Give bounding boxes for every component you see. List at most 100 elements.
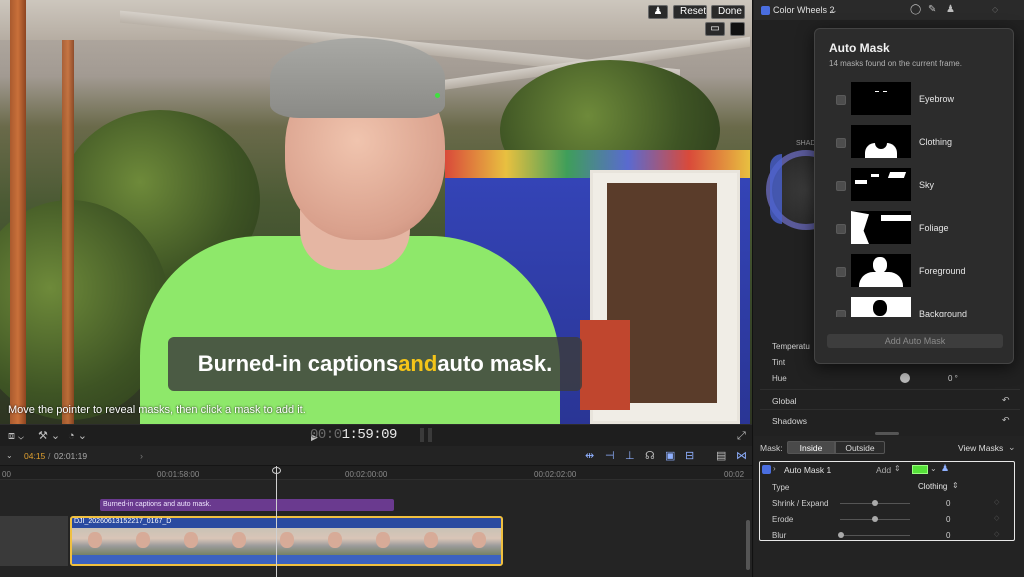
eyedropper-icon[interactable]: ✎ xyxy=(928,4,936,16)
mask-checkbox[interactable] xyxy=(836,181,846,191)
mask-label: Foliage xyxy=(919,223,949,233)
reset-section-icon[interactable]: ↶ xyxy=(1002,394,1010,406)
audio-meter xyxy=(428,428,432,442)
panel-resize-handle[interactable] xyxy=(875,432,899,435)
snapping-icon[interactable]: ⊣ xyxy=(605,450,615,462)
erode-row[interactable]: Erode 0 ◇ xyxy=(760,511,1020,528)
gap-clip[interactable] xyxy=(0,516,68,566)
playhead-handle[interactable] xyxy=(272,467,281,474)
keyframe-icon[interactable]: ◇ xyxy=(992,4,998,16)
mask-checkbox[interactable] xyxy=(836,224,846,234)
speed-gauge-icon[interactable]: ◔ ⌄ xyxy=(68,430,87,442)
mask-outside-tab[interactable]: Outside xyxy=(835,441,885,454)
mask-checkbox[interactable] xyxy=(836,95,846,105)
mask-checkbox[interactable] xyxy=(836,267,846,277)
blur-value[interactable]: 0 xyxy=(946,531,950,540)
mask-option-sky[interactable]: Sky xyxy=(815,168,1013,208)
overlay-toggle-button[interactable]: ▭ xyxy=(705,22,725,36)
timeline-toolbar xyxy=(0,446,752,466)
audio-skimming-icon[interactable]: ⊥ xyxy=(625,450,635,462)
slider-knob[interactable] xyxy=(872,516,878,522)
foliage-mask-thumbnail xyxy=(851,211,911,244)
shadows-wheel-label: SHAD xyxy=(796,140,816,147)
reset-button[interactable]: Reset xyxy=(673,5,707,19)
caption-text-after: auto mask. xyxy=(437,351,553,376)
mask-type-value[interactable]: Clothing xyxy=(918,482,947,491)
blur-slider[interactable] xyxy=(840,535,910,536)
erode-value[interactable]: 0 xyxy=(946,515,950,524)
mask-inside-tab[interactable]: Inside xyxy=(787,441,835,454)
hue-value[interactable]: 0 ° xyxy=(948,374,958,383)
title-clip[interactable]: Burned-in captions and auto mask. xyxy=(100,499,394,511)
keyframe-icon[interactable]: ◇ xyxy=(994,497,999,509)
clip-thumbnail xyxy=(264,528,312,558)
clip-appearance-icon[interactable]: ▣ xyxy=(665,450,675,462)
slider-knob[interactable] xyxy=(838,532,844,538)
person-mask-icon[interactable]: ♟ xyxy=(946,4,955,16)
mask-option-clothing[interactable]: Clothing xyxy=(815,125,1013,165)
chevron-down-icon[interactable]: ⌄ xyxy=(6,450,13,462)
auto-mask-popover: Auto Mask 14 masks found on the current … xyxy=(814,28,1014,364)
video-viewer[interactable]: Burned-in captions and auto mask. Move t… xyxy=(0,0,752,424)
auto-mask-enable-checkbox[interactable] xyxy=(762,465,771,474)
roof xyxy=(0,0,752,40)
auto-mask-hint: Move the pointer to reveal masks, then c… xyxy=(8,404,306,416)
timecode-display[interactable]: 00:01:59:09 xyxy=(310,427,397,443)
keyframe-icon[interactable]: ◇ xyxy=(994,513,999,525)
shrink-expand-value[interactable]: 0 xyxy=(946,499,950,508)
chevron-down-icon[interactable]: ⌄ xyxy=(1008,441,1016,453)
headphones-icon[interactable]: ☊ xyxy=(645,450,655,462)
add-auto-mask-button[interactable]: Add Auto Mask xyxy=(827,334,1003,348)
matte-view-button[interactable] xyxy=(730,22,745,36)
skimming-icon[interactable]: ⇹ xyxy=(585,450,594,462)
updown-icon[interactable]: ⇕ xyxy=(894,463,901,475)
mask-label: Foreground xyxy=(919,266,966,276)
video-clip[interactable]: DJI_20260613152217_0167_D xyxy=(70,516,503,566)
mask-option-foreground[interactable]: Foreground xyxy=(815,254,1013,294)
global-section[interactable]: Global ↶ xyxy=(760,389,1020,409)
mask-option-eyebrow[interactable]: Eyebrow xyxy=(815,82,1013,122)
mask-checkbox[interactable] xyxy=(836,138,846,148)
hue-label: Hue xyxy=(772,374,787,383)
blur-row[interactable]: Blur 0 ◇ xyxy=(760,527,1020,544)
timeline-scrollbar[interactable] xyxy=(746,520,750,570)
chevron-right-icon[interactable]: › xyxy=(140,450,143,462)
chevron-down-icon[interactable]: ⌄ xyxy=(930,463,937,475)
transitions-icon[interactable]: ⋈ xyxy=(736,450,747,462)
shrink-expand-label: Shrink / Expand xyxy=(772,499,829,508)
shadows-label: Shadows xyxy=(772,416,807,426)
person-mask-button[interactable]: ♟ xyxy=(648,5,668,19)
shrink-expand-row[interactable]: Shrink / Expand 0 ◇ xyxy=(760,495,1020,512)
audio-waveform xyxy=(72,555,501,564)
ellipse-mask-icon[interactable]: ◯ xyxy=(910,4,921,16)
disclosure-icon[interactable]: › xyxy=(773,463,776,475)
popover-subtitle: 14 masks found on the current frame. xyxy=(829,59,962,68)
timecode-bright: 1:59:09 xyxy=(341,427,398,443)
playhead[interactable] xyxy=(276,466,277,577)
mask-add-mode[interactable]: Add xyxy=(876,465,891,475)
mask-type-row[interactable]: Type Clothing ⇕ xyxy=(760,479,1020,496)
hue-dial[interactable] xyxy=(900,373,910,383)
keyframe-icon[interactable]: ◇ xyxy=(994,529,999,541)
hue-row[interactable]: Hue 0 ° xyxy=(760,370,1020,387)
person-mask-icon[interactable]: ♟ xyxy=(941,462,949,474)
done-button[interactable]: Done xyxy=(711,5,745,19)
shadows-section[interactable]: Shadows ↶ xyxy=(760,409,1020,429)
mask-color-swatch[interactable] xyxy=(912,465,928,474)
clip-thumbnail xyxy=(168,528,216,558)
chevron-down-icon[interactable]: ⌄ xyxy=(830,4,838,16)
slider-knob[interactable] xyxy=(872,500,878,506)
view-masks-button[interactable]: View Masks xyxy=(958,443,1003,453)
reset-section-icon[interactable]: ↶ xyxy=(1002,414,1010,426)
transform-icon[interactable]: ⧈ ⌄ xyxy=(8,430,24,442)
blur-label: Blur xyxy=(772,531,787,540)
magic-wand-icon[interactable]: ⚒ ⌄ xyxy=(38,430,60,442)
updown-icon[interactable]: ⇕ xyxy=(952,480,959,492)
effects-browser-icon[interactable]: ▤ xyxy=(716,450,726,462)
fullscreen-icon[interactable]: ⤢ xyxy=(737,430,746,442)
zoom-icon[interactable]: ⊟ xyxy=(685,450,694,462)
timeline-position: 04:15 xyxy=(24,451,46,461)
mask-option-foliage[interactable]: Foliage xyxy=(815,211,1013,251)
effect-name[interactable]: Color Wheels 2 xyxy=(773,5,835,15)
effect-enable-checkbox[interactable] xyxy=(761,6,770,15)
